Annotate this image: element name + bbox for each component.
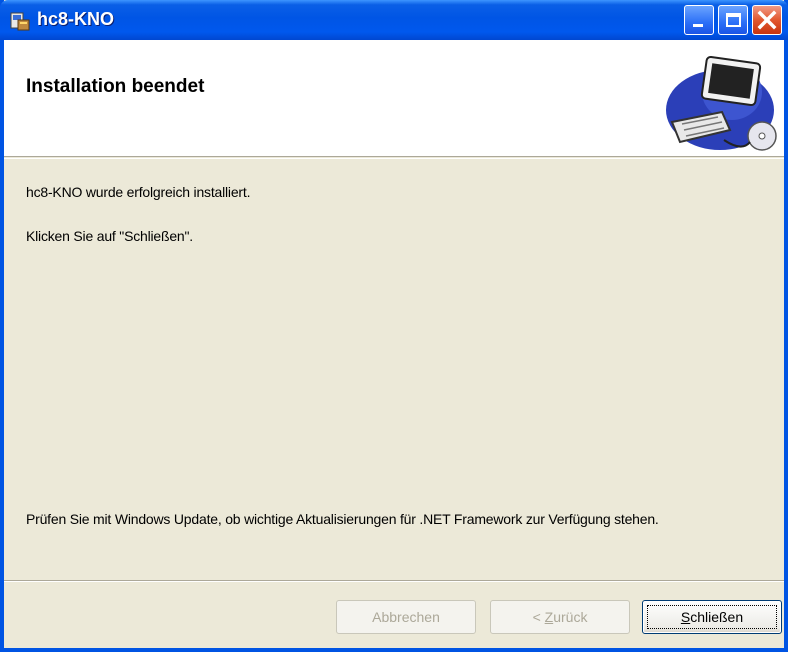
maximize-button[interactable]: [718, 5, 748, 35]
back-button-label: urück: [553, 609, 588, 625]
close-button-label: Schließen: [681, 609, 743, 625]
success-message: hc8-KNO wurde erfolgreich installiert.: [26, 184, 251, 200]
window-title: hc8-KNO: [37, 9, 115, 29]
banner-divider: [4, 158, 784, 159]
header-banner: Installation beendet: [4, 40, 784, 157]
installer-window: hc8-KNO Installation beendet hc8-KNO wur…: [0, 0, 788, 652]
installer-icon: [10, 12, 30, 31]
minimize-icon: [693, 24, 703, 27]
close-window-button[interactable]: [752, 5, 782, 35]
cancel-button[interactable]: Abbrechen: [336, 600, 476, 634]
back-button-prefix: <: [532, 609, 545, 625]
close-icon: [757, 10, 777, 30]
page-title: Installation beendet: [26, 76, 205, 97]
computer-cd-icon: [666, 55, 777, 151]
title-bar[interactable]: hc8-KNO: [0, 0, 788, 40]
close-button-accelerator: S: [680, 609, 691, 625]
instruction-message: Klicken Sie auf "Schließen".: [26, 228, 193, 244]
update-note: Prüfen Sie mit Windows Update, ob wichti…: [26, 511, 659, 527]
minimize-button[interactable]: [684, 5, 714, 35]
footer-divider-highlight: [4, 581, 784, 582]
close-button-text: chließen: [690, 609, 744, 625]
maximize-icon: [726, 13, 741, 27]
back-button[interactable]: < Zurück: [490, 600, 630, 634]
back-button-accelerator: Z: [544, 609, 554, 625]
finish-close-button[interactable]: Schließen: [642, 600, 782, 634]
